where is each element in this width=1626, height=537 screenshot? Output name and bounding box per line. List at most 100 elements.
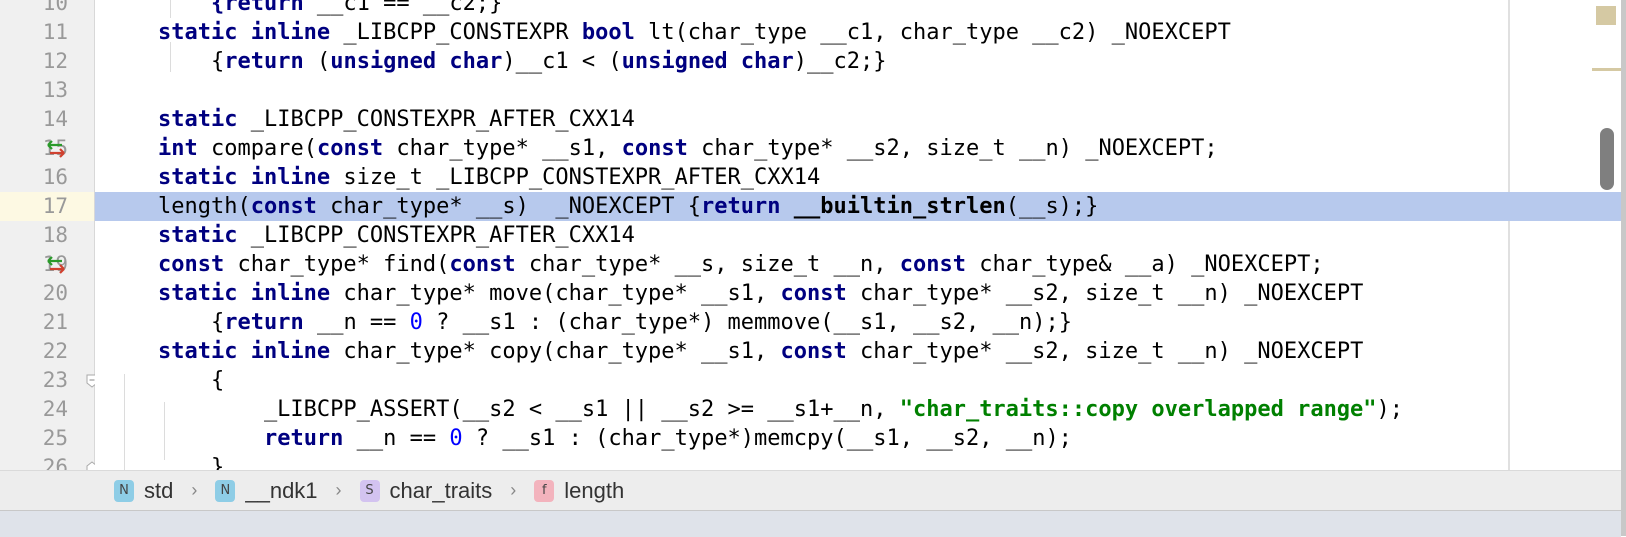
- line-number[interactable]: 18: [0, 221, 68, 250]
- code-line-current[interactable]: length(const char_type* __s) _NOEXCEPT {…: [95, 192, 1621, 221]
- keyword-token: return: [701, 194, 781, 219]
- line-number[interactable]: 24: [0, 395, 68, 424]
- struct-icon: S: [359, 479, 380, 502]
- keyword-token: return: [224, 310, 304, 335]
- code-line[interactable]: _LIBCPP_ASSERT(__s2 < __s1 || __s2 >= __…: [95, 395, 1621, 424]
- indent-guide: [164, 402, 165, 460]
- code-line[interactable]: static inline char_type* copy(char_type*…: [95, 337, 1621, 366]
- code-line[interactable]: static inline size_t _LIBCPP_CONSTEXPR_A…: [95, 163, 1621, 192]
- breadcrumb-label: char_traits: [389, 477, 493, 503]
- analysis-status-marker[interactable]: [1596, 6, 1616, 25]
- line-number[interactable]: 11: [0, 18, 68, 47]
- code-line[interactable]: }: [95, 453, 1621, 470]
- code-token: char_type* __s2, size_t __n) _NOEXCEPT: [846, 281, 1364, 306]
- code-line[interactable]: int compare(const char_type* __s1, const…: [95, 134, 1621, 163]
- string-token: "char_traits::copy overlapped range": [899, 397, 1377, 422]
- chevron-right-icon: ›: [335, 480, 342, 500]
- breadcrumb-label: std: [144, 477, 174, 503]
- code-token: char_type* __s2, size_t __n) _NOEXCEPT: [846, 339, 1364, 364]
- code-line[interactable]: [95, 76, 1621, 105]
- breadcrumb-item-char-traits[interactable]: S char_traits: [359, 477, 493, 504]
- code-line[interactable]: return __n == 0 ? __s1 : (char_type*)mem…: [95, 424, 1621, 453]
- keyword-token: static inline: [157, 165, 331, 190]
- code-token: __builtin_strlen: [793, 194, 1006, 219]
- keyword-token: static inline: [157, 281, 331, 306]
- breadcrumb-item-ndk1[interactable]: N __ndk1: [215, 477, 318, 504]
- code-token: char_type* __s, size_t __n,: [515, 252, 900, 277]
- keyword-token: return: [224, 49, 304, 74]
- line-number[interactable]: 12: [0, 47, 68, 76]
- line-number[interactable]: 23: [0, 366, 68, 395]
- line-number[interactable]: 21: [0, 308, 68, 337]
- namespace-icon: N: [215, 479, 236, 502]
- editor-gutter: 10 11 12 13 14 15 16 17 18 19 20 21 22 23 24 25 26: [0, 0, 98, 479]
- code-line[interactable]: {return __n == 0 ? __s1 : (char_type*) m…: [95, 308, 1621, 337]
- code-token: _LIBCPP_CONSTEXPR: [330, 20, 582, 45]
- code-token: char_type* move(char_type* __s1,: [330, 281, 781, 306]
- line-number[interactable]: 17: [0, 192, 94, 221]
- code-line[interactable]: {return __c1 == __c2;}: [95, 0, 1621, 18]
- keyword-token: const: [157, 252, 225, 277]
- line-number[interactable]: 13: [0, 76, 68, 105]
- code-token: lt(char_type __c1, char_type __c2) _NOEX…: [634, 20, 1231, 45]
- override-implementation-icon[interactable]: [44, 255, 68, 275]
- vertical-scrollbar-thumb[interactable]: [1600, 128, 1614, 190]
- code-token: char_type* copy(char_type* __s1,: [330, 339, 781, 364]
- keyword-token: {return: [210, 0, 304, 16]
- keyword-token: static: [157, 223, 238, 248]
- code-token: char_type* __s1,: [383, 136, 622, 161]
- code-token: ? __s1 : (char_type*) memmove(__s1, __s2…: [422, 310, 1072, 335]
- keyword-token: int: [157, 136, 198, 161]
- keyword-token: const: [780, 281, 847, 306]
- code-token: _LIBCPP_CONSTEXPR_AFTER_CXX14: [237, 107, 635, 132]
- code-line[interactable]: static inline char_type* move(char_type*…: [95, 279, 1621, 308]
- breadcrumb-item-length[interactable]: f length: [534, 478, 624, 504]
- keyword-token: const: [780, 339, 847, 364]
- keyword-token: unsigned char: [621, 49, 794, 74]
- code-line[interactable]: static inline _LIBCPP_CONSTEXPR bool lt(…: [95, 18, 1621, 47]
- code-token: (: [303, 49, 331, 74]
- override-implementation-icon[interactable]: [44, 139, 68, 159]
- error-stripe-mark[interactable]: [1592, 68, 1621, 71]
- indent-guide: [170, 42, 171, 72]
- code-line[interactable]: static _LIBCPP_CONSTEXPR_AFTER_CXX14: [95, 221, 1621, 250]
- line-number[interactable]: 14: [0, 105, 68, 134]
- code-token: char_type* find(: [224, 252, 450, 277]
- keyword-token: const: [449, 252, 516, 277]
- line-number[interactable]: 20: [0, 279, 68, 308]
- code-token: )__c1 < (: [502, 49, 622, 74]
- code-token: __c1 == __c2;}: [303, 0, 503, 16]
- line-number[interactable]: 16: [0, 163, 68, 192]
- line-number[interactable]: 22: [0, 337, 68, 366]
- window-edge: [1621, 0, 1626, 536]
- breadcrumb-item-std[interactable]: N std: [114, 478, 173, 504]
- code-token: _LIBCPP_CONSTEXPR_AFTER_CXX14: [237, 223, 635, 248]
- code-line[interactable]: {: [95, 366, 1621, 395]
- code-line[interactable]: static _LIBCPP_CONSTEXPR_AFTER_CXX14: [95, 105, 1621, 134]
- number-token: 0: [449, 426, 463, 451]
- code-line[interactable]: {return (unsigned char)__c1 < (unsigned …: [95, 47, 1621, 76]
- code-token: __n ==: [303, 310, 410, 335]
- chevron-right-icon: ›: [191, 480, 198, 500]
- line-number[interactable]: 25: [0, 424, 68, 453]
- code-line[interactable]: const char_type* find(const char_type* _…: [95, 250, 1621, 279]
- chevron-right-icon: ›: [510, 480, 517, 500]
- breadcrumb-label: __ndk1: [245, 477, 318, 503]
- code-editor[interactable]: {return __c1 == __c2;} static inline _LI…: [95, 0, 1621, 470]
- keyword-token: const: [899, 252, 966, 277]
- code-token: compare(: [197, 136, 317, 161]
- code-token: char_type* __s) _NOEXCEPT {: [316, 194, 702, 219]
- line-number[interactable]: 10: [0, 0, 68, 18]
- breadcrumb-label: length: [564, 477, 625, 503]
- code-token: {: [105, 368, 225, 393]
- code-token: ? __s1 : (char_type*)memcpy(__s1, __s2, …: [462, 426, 1072, 451]
- code-token: (__s);}: [1005, 194, 1099, 219]
